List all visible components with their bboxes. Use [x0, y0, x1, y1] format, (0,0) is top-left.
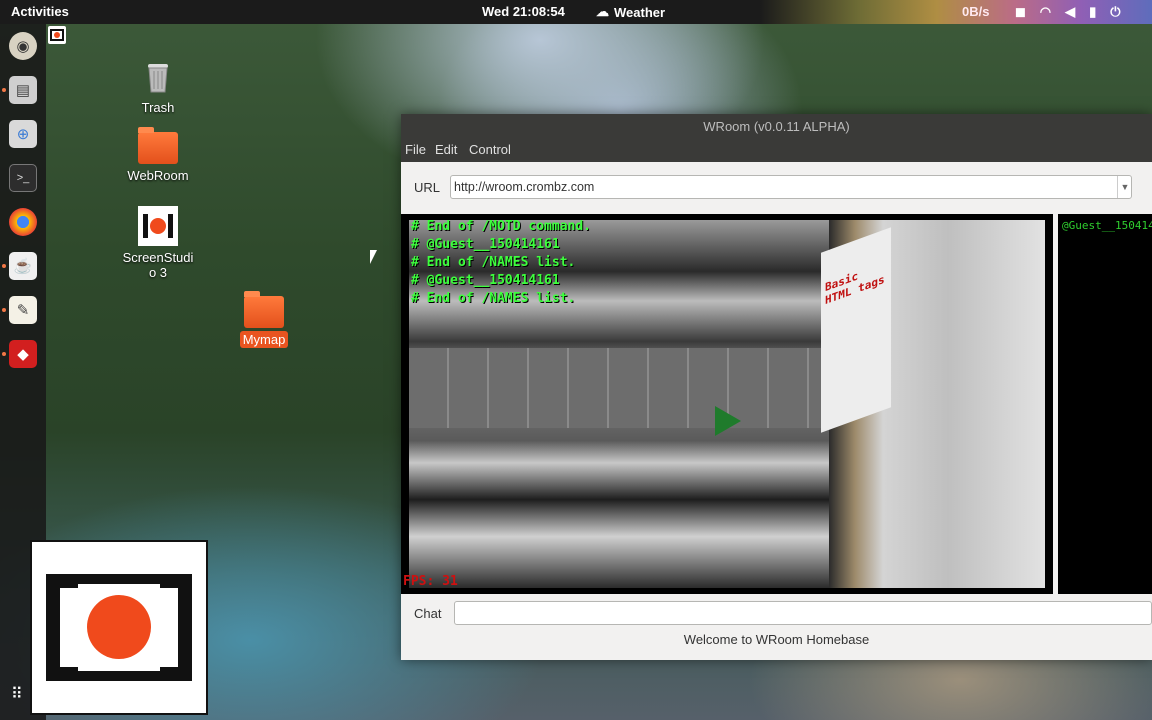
menu-edit[interactable]: Edit: [435, 142, 457, 157]
desktop-icon-label: ScreenStudio 3: [122, 250, 194, 280]
java-app-icon[interactable]: ☕: [9, 252, 37, 280]
screenstudio-icon: [138, 206, 178, 246]
desktop-icon-mymap[interactable]: Mymap: [224, 290, 304, 348]
software-center-icon[interactable]: ⊕: [9, 120, 37, 148]
desktop-icon-screenstudio[interactable]: ScreenStudio 3: [118, 206, 198, 280]
3d-viewport[interactable]: Basic HTML tags # End of /MOTD command. …: [401, 214, 1053, 594]
screenstudio-logo: [30, 540, 208, 715]
mouse-cursor: [370, 250, 377, 264]
power-icon[interactable]: ⏻: [1110, 4, 1120, 20]
volume-icon[interactable]: ◀: [1065, 4, 1075, 20]
chat-input[interactable]: [454, 601, 1152, 625]
url-dropdown-icon[interactable]: ▼: [1117, 176, 1132, 198]
url-bar: URL ▼: [401, 162, 1152, 214]
console-line: # @Guest__150414161: [411, 273, 560, 288]
user-list[interactable]: @Guest__150414161: [1058, 214, 1152, 594]
top-bar: Activities Wed 21:08:54 ☁ Weather 0B/s ◼…: [0, 0, 1152, 24]
fps-counter: FPS: 31: [403, 574, 458, 589]
wall-sign: Basic HTML tags: [821, 227, 891, 433]
desktop-icon-webroom[interactable]: WebRoom: [118, 126, 198, 183]
system-tray[interactable]: ◼ ◠ ◀ ▮ ⏻: [1015, 4, 1121, 20]
desktop-icon-label: WebRoom: [127, 168, 189, 183]
weather-label: Weather: [614, 4, 666, 20]
network-speed[interactable]: 0B/s: [962, 4, 989, 19]
desktop-icon-trash[interactable]: Trash: [118, 56, 198, 115]
clock[interactable]: Wed 21:08:54: [482, 4, 565, 19]
console-line: # End of /NAMES list.: [411, 291, 576, 306]
wall-sign-text: Basic HTML tags: [825, 269, 885, 308]
url-input[interactable]: [450, 175, 1132, 199]
folder-icon: [138, 127, 178, 164]
wifi-icon[interactable]: ◠: [1040, 4, 1051, 20]
wroom-window: WRoom (v0.0.11 ALPHA) File Edit Control …: [401, 114, 1152, 660]
camera-icon[interactable]: ◼: [1015, 4, 1026, 20]
running-indicator: [2, 88, 6, 92]
console-line: # End of /MOTD command.: [411, 219, 592, 234]
running-indicator: [2, 264, 6, 268]
text-editor-icon[interactable]: ✎: [9, 296, 37, 324]
chat-row: Chat: [401, 594, 1152, 632]
folder-icon: [244, 291, 284, 328]
weather-indicator[interactable]: ☁ Weather: [596, 4, 665, 20]
console-line: # End of /NAMES list.: [411, 255, 576, 270]
console-output: # End of /MOTD command. # @Guest__150414…: [411, 218, 591, 308]
console-line: # @Guest__150414161: [411, 237, 560, 252]
chat-label: Chat: [414, 606, 442, 621]
status-bar: Welcome to WRoom Homebase: [683, 632, 870, 647]
running-indicator: [2, 352, 6, 356]
chrome-icon[interactable]: [9, 208, 37, 236]
running-indicator: [2, 308, 6, 312]
terminal-icon[interactable]: >_: [9, 164, 37, 192]
activities-button[interactable]: Activities: [11, 4, 69, 19]
screenstudio-tray-icon[interactable]: [48, 26, 66, 44]
weather-icon: ☁: [596, 4, 609, 19]
corridor-back-wall: [409, 348, 829, 428]
desktop-icon-label: Trash: [141, 100, 175, 115]
battery-icon[interactable]: ▮: [1089, 4, 1096, 20]
menu-bar: File Edit Control: [401, 142, 1152, 162]
files-icon[interactable]: ▤: [9, 76, 37, 104]
play-icon[interactable]: [715, 406, 741, 436]
red-app-icon[interactable]: ◆: [9, 340, 37, 368]
show-apps-icon[interactable]: ⠿: [11, 687, 23, 703]
trash-icon: [138, 56, 178, 96]
window-title[interactable]: WRoom (v0.0.11 ALPHA): [401, 114, 1152, 142]
rhythmbox-icon[interactable]: ◉: [9, 32, 37, 60]
url-label: URL: [414, 180, 441, 195]
user-list-item[interactable]: @Guest__150414161: [1062, 219, 1152, 232]
desktop-icon-label: Mymap: [239, 331, 289, 348]
menu-control[interactable]: Control: [469, 142, 511, 157]
menu-file[interactable]: File: [405, 142, 426, 157]
